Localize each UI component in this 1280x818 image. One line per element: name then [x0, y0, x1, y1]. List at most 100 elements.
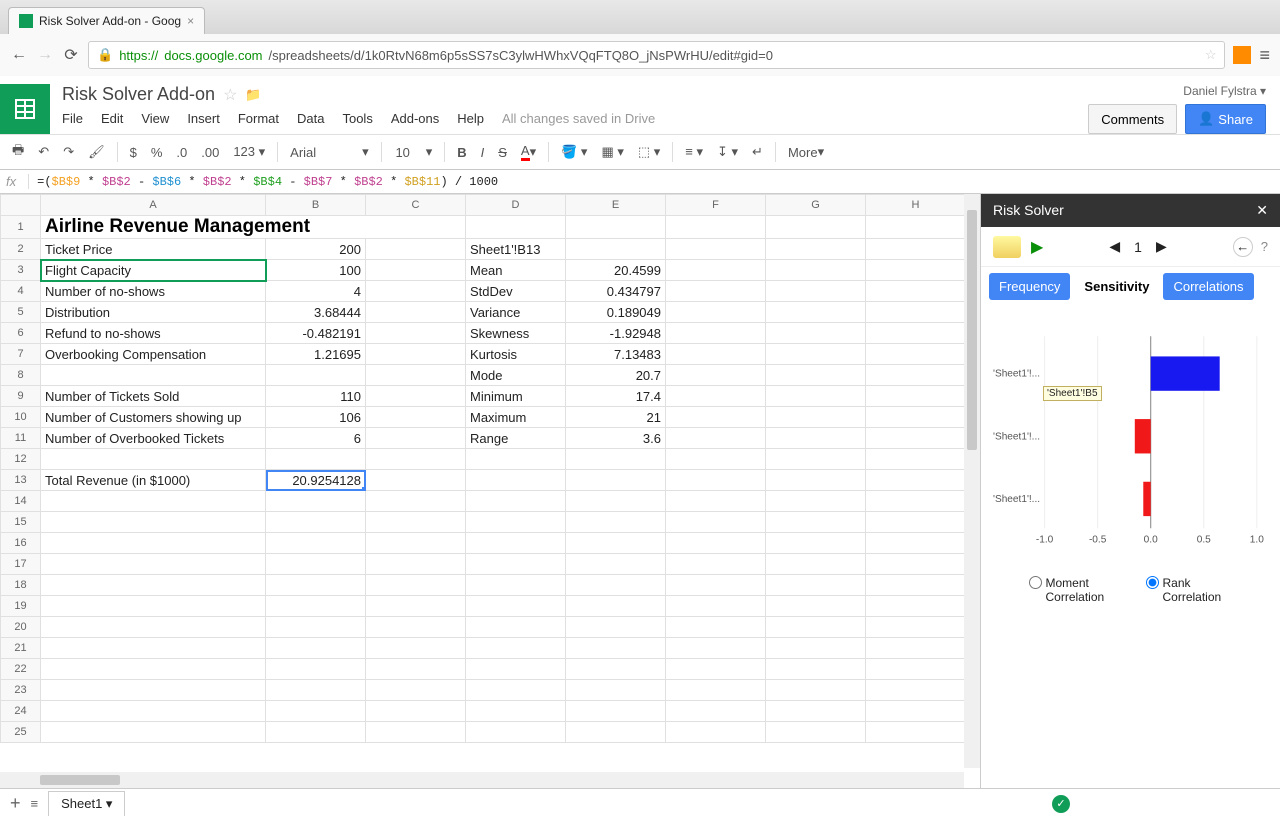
menu-addons[interactable]: Add-ons — [391, 111, 439, 126]
moment-correlation-option[interactable]: Moment Correlation — [1029, 576, 1116, 604]
menu-edit[interactable]: Edit — [101, 111, 123, 126]
rank-correlation-option[interactable]: Rank Correlation — [1146, 576, 1233, 604]
browser-tab[interactable]: Risk Solver Add-on - Goog × — [8, 7, 205, 34]
print-icon[interactable]: 🖶 — [6, 137, 30, 167]
wrap-icon[interactable]: ↵ — [746, 140, 769, 164]
more-formats[interactable]: 123 ▾ — [227, 140, 271, 164]
doc-title[interactable]: Risk Solver Add-on — [62, 84, 215, 105]
menu-view[interactable]: View — [141, 111, 169, 126]
browser-chrome: Risk Solver Add-on - Goog × ← → ⟳ 🔒 http… — [0, 0, 1280, 76]
sidebar-toolbar: ▶ ◀ 1 ▶ ← ? — [981, 227, 1280, 267]
share-button[interactable]: 👤Share — [1185, 104, 1266, 134]
dec-increase-icon[interactable]: .00 — [195, 141, 225, 164]
tab-correlations[interactable]: Correlations — [1163, 273, 1253, 300]
undo-icon[interactable]: ↶ — [32, 140, 55, 164]
menu-help[interactable]: Help — [457, 111, 484, 126]
horizontal-scrollbar[interactable] — [0, 772, 964, 788]
menu-tools[interactable]: Tools — [342, 111, 372, 126]
svg-text:'Sheet1'!...: 'Sheet1'!... — [993, 369, 1040, 380]
prev-icon[interactable]: ◀ — [1109, 238, 1120, 255]
title-area: Risk Solver Add-on ☆ 📁 File Edit View In… — [50, 84, 1074, 134]
menu-data[interactable]: Data — [297, 111, 324, 126]
chrome-menu-icon[interactable]: ≡ — [1259, 45, 1270, 66]
comments-button[interactable]: Comments — [1088, 104, 1177, 134]
sheets-logo[interactable] — [0, 84, 50, 134]
add-sheet-icon[interactable]: + — [10, 793, 21, 814]
sheet-tab[interactable]: Sheet1 ▾ — [48, 791, 125, 816]
app-header: Risk Solver Add-on ☆ 📁 File Edit View In… — [0, 76, 1280, 134]
formula-content: =($B$9 * $B$2 - $B$6 * $B$2 * $B$4 - $B$… — [37, 175, 498, 189]
menu-insert[interactable]: Insert — [187, 111, 220, 126]
menu-file[interactable]: File — [62, 111, 83, 126]
risk-solver-sidebar: Risk Solver ✕ ▶ ◀ 1 ▶ ← ? Frequency Sens… — [980, 194, 1280, 788]
svg-text:0.5: 0.5 — [1197, 534, 1211, 545]
sidebar-title: Risk Solver — [993, 202, 1064, 219]
radio-moment[interactable] — [1029, 576, 1042, 589]
tornado-chart: -1.0-0.50.00.51.0'Sheet1'!...'Sheet1'!..… — [981, 306, 1280, 566]
play-icon[interactable]: ▶ — [1031, 237, 1043, 257]
close-icon[interactable]: ✕ — [1256, 202, 1268, 219]
next-icon[interactable]: ▶ — [1156, 238, 1167, 255]
chevron-down-icon[interactable]: ▾ — [420, 140, 439, 164]
lock-icon: 🔒 — [97, 47, 113, 63]
more-button[interactable]: More ▾ — [782, 140, 830, 164]
reload-icon[interactable]: ⟳ — [62, 46, 80, 64]
fill-color-icon[interactable]: 🪣 ▾ — [555, 140, 593, 164]
svg-text:-0.5: -0.5 — [1089, 534, 1107, 545]
menu-format[interactable]: Format — [238, 111, 279, 126]
back-circle-icon[interactable]: ← — [1233, 237, 1253, 257]
url-host: docs.google.com — [164, 48, 262, 63]
help-icon[interactable]: ? — [1261, 239, 1268, 254]
close-icon[interactable]: × — [187, 14, 194, 28]
redo-icon[interactable]: ↷ — [57, 140, 80, 164]
font-size-select[interactable]: 10 — [388, 141, 418, 164]
address-bar: ← → ⟳ 🔒 https://docs.google.com/spreadsh… — [0, 34, 1280, 76]
folder-icon[interactable]: 📁 — [245, 87, 261, 103]
person-icon: 👤 — [1198, 111, 1214, 127]
save-status: All changes saved in Drive — [502, 111, 655, 126]
svg-text:0.0: 0.0 — [1144, 534, 1158, 545]
italic-icon[interactable]: I — [475, 141, 491, 164]
workspace: ABCDEFGH1Airline Revenue Management2Tick… — [0, 194, 1280, 788]
sheets-favicon — [19, 14, 33, 28]
doc-star-icon[interactable]: ☆ — [223, 85, 237, 105]
fx-label: fx — [6, 174, 29, 189]
text-color-icon[interactable]: A ▾ — [515, 139, 542, 165]
star-icon[interactable]: ☆ — [1205, 47, 1217, 63]
borders-icon[interactable]: ▦ ▾ — [595, 140, 629, 164]
merge-icon[interactable]: ⬚ ▾ — [632, 140, 666, 164]
page-number: 1 — [1134, 239, 1142, 255]
dec-decrease-icon[interactable]: .0 — [170, 141, 193, 164]
all-sheets-icon[interactable]: ≡ — [31, 796, 39, 811]
paint-format-icon[interactable]: 🖌 — [82, 140, 111, 164]
chevron-down-icon[interactable]: ▾ — [356, 140, 375, 164]
forward-icon[interactable]: → — [36, 46, 54, 64]
strike-icon[interactable]: S — [492, 141, 513, 164]
currency-icon[interactable]: $ — [124, 141, 143, 164]
formula-bar[interactable]: fx =($B$9 * $B$2 - $B$6 * $B$2 * $B$4 - … — [0, 170, 1280, 194]
tab-title: Risk Solver Add-on - Goog — [39, 14, 181, 28]
user-name[interactable]: Daniel Fylstra ▾ — [1088, 84, 1266, 98]
url-prefix: https:// — [119, 48, 158, 63]
tab-bar: Risk Solver Add-on - Goog × — [0, 0, 1280, 34]
halign-icon[interactable]: ≡ ▾ — [679, 140, 709, 164]
vertical-scrollbar[interactable] — [964, 194, 980, 768]
tab-frequency[interactable]: Frequency — [989, 273, 1070, 300]
spreadsheet-grid[interactable]: ABCDEFGH1Airline Revenue Management2Tick… — [0, 194, 966, 743]
percent-icon[interactable]: % — [145, 141, 169, 164]
font-select[interactable]: Arial — [284, 141, 354, 164]
tab-sensitivity[interactable]: Sensitivity — [1074, 273, 1159, 300]
extension-icon[interactable] — [1233, 46, 1251, 64]
correlation-options: Moment Correlation Rank Correlation — [981, 566, 1280, 614]
url-input[interactable]: 🔒 https://docs.google.com/spreadsheets/d… — [88, 41, 1225, 69]
svg-text:'Sheet1'!...: 'Sheet1'!... — [993, 431, 1040, 442]
back-icon[interactable]: ← — [10, 46, 28, 64]
lightbulb-icon[interactable] — [993, 236, 1021, 258]
valign-icon[interactable]: ↧ ▾ — [711, 140, 744, 164]
format-toolbar: 🖶 ↶ ↷ 🖌 $ % .0 .00 123 ▾ Arial▾ 10▾ B I … — [0, 134, 1280, 170]
svg-text:1.0: 1.0 — [1250, 534, 1264, 545]
chart-tooltip: 'Sheet1'!B5 — [1043, 386, 1102, 401]
bold-icon[interactable]: B — [451, 141, 472, 164]
chart-svg: -1.0-0.50.00.51.0'Sheet1'!...'Sheet1'!..… — [989, 316, 1272, 559]
radio-rank[interactable] — [1146, 576, 1159, 589]
